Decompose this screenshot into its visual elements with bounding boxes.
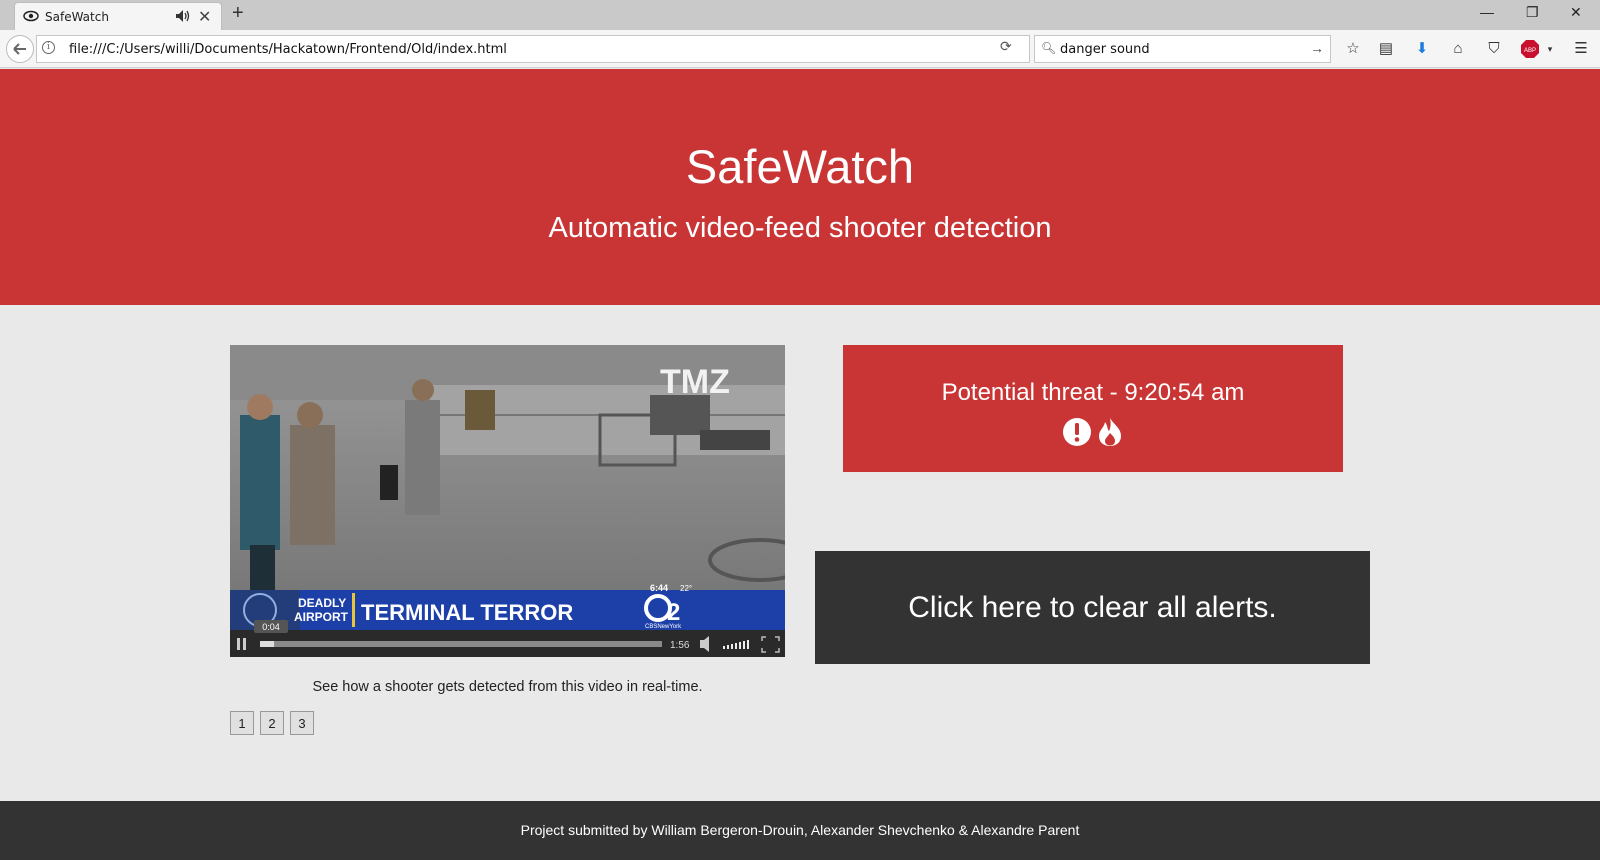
restore-icon[interactable]: ❐	[1526, 4, 1539, 21]
menu-icon[interactable]: ☰	[1571, 39, 1591, 59]
video-pager: 123	[230, 711, 320, 735]
page-button-1[interactable]: 1	[230, 711, 254, 735]
ticker-headline: TERMINAL TERROR	[361, 600, 573, 625]
video-caption: See how a shooter gets detected from thi…	[312, 679, 703, 695]
reload-icon[interactable]: ⟳	[1000, 38, 1012, 55]
browser-nav-bar: file:///C:/Users/willi/Documents/Hackato…	[0, 30, 1600, 68]
new-tab-icon[interactable]: +	[232, 2, 244, 25]
site-header: SafeWatch Automatic video-feed shooter d…	[0, 69, 1600, 305]
svg-text:ABP: ABP	[1524, 48, 1536, 54]
tab-title: SafeWatch	[45, 10, 109, 24]
arrow-right-icon[interactable]: →	[1310, 40, 1324, 56]
current-time: 0:04	[262, 622, 280, 632]
channel-handle: CBSNewYork	[645, 624, 682, 630]
eye-icon	[23, 10, 39, 22]
download-icon[interactable]: ⬇	[1412, 39, 1432, 59]
page-button-2[interactable]: 2	[260, 711, 284, 735]
ticker-time: 6:44	[650, 583, 668, 593]
reading-list-icon[interactable]: ▤	[1376, 39, 1396, 59]
browser-tab-bar: SafeWatch ✕ + — ❐ ✕	[0, 0, 1600, 30]
chevron-down-icon[interactable]: ▾	[1540, 39, 1560, 59]
page-button-3[interactable]: 3	[290, 711, 314, 735]
close-tab-icon[interactable]: ✕	[198, 7, 211, 27]
site-footer: Project submitted by William Bergeron-Dr…	[0, 801, 1600, 860]
home-icon[interactable]: ⌂	[1448, 39, 1468, 59]
bookmark-star-icon[interactable]: ☆	[1343, 39, 1363, 59]
search-icon: 🔍︎	[1041, 41, 1057, 55]
video-frame: TMZ DEADLY AIRPORT TERMINAL TERROR 6:44 …	[230, 345, 785, 657]
pocket-icon[interactable]: ⛉	[1484, 39, 1504, 59]
channel-number: 2	[667, 599, 680, 626]
ticker-left-top: DEADLY	[298, 596, 346, 610]
url-bar[interactable]: file:///C:/Users/willi/Documents/Hackato…	[36, 35, 1030, 63]
page-subtitle: Automatic video-feed shooter detection	[548, 212, 1052, 244]
clear-alerts-button[interactable]: Click here to clear all alerts.	[815, 551, 1370, 664]
minimize-icon[interactable]: —	[1480, 4, 1494, 20]
arrow-left-icon	[13, 43, 26, 55]
info-icon[interactable]: i	[42, 41, 55, 54]
video-player[interactable]: TMZ DEADLY AIRPORT TERMINAL TERROR 6:44 …	[230, 345, 785, 657]
ticker-left-bottom: AIRPORT	[294, 610, 349, 624]
duration: 1:56	[670, 640, 690, 651]
alert-text: Potential threat - 9:20:54 am	[941, 379, 1245, 406]
pause-icon[interactable]	[237, 638, 240, 650]
browser-tab[interactable]: SafeWatch ✕	[14, 2, 222, 30]
alert-icons	[843, 417, 1343, 447]
seek-progress	[260, 641, 275, 647]
threat-alert: Potential threat - 9:20:54 am	[843, 345, 1343, 472]
speaker-icon[interactable]	[175, 9, 191, 23]
exclamation-circle-icon	[1062, 418, 1091, 446]
window-close-icon[interactable]: ✕	[1570, 4, 1582, 21]
fire-icon	[1099, 418, 1122, 446]
search-bar[interactable]: 🔍︎ danger sound →	[1034, 35, 1331, 63]
back-button[interactable]	[6, 35, 34, 63]
page-title: SafeWatch	[685, 140, 915, 193]
video-watermark: TMZ	[660, 363, 730, 401]
seek-bar[interactable]	[260, 641, 662, 647]
search-input[interactable]: danger sound	[1060, 42, 1150, 57]
url-text[interactable]: file:///C:/Users/willi/Documents/Hackato…	[69, 42, 507, 57]
ticker-temp: 22°	[680, 584, 692, 593]
adblock-icon[interactable]: ABP	[1520, 39, 1540, 59]
